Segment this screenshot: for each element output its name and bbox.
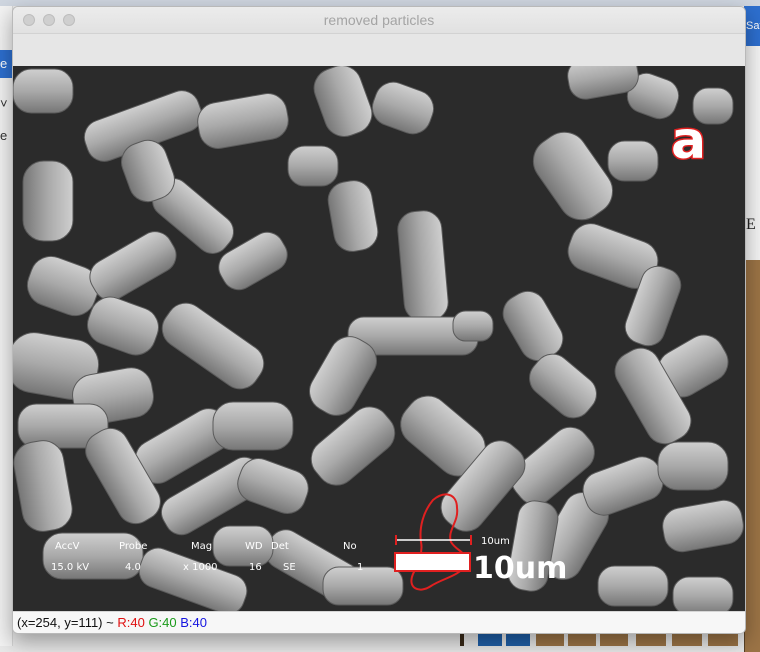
sem-value: 4.0 — [125, 562, 141, 573]
particle — [657, 441, 729, 491]
particle — [397, 210, 449, 322]
status-separator: ~ — [102, 615, 118, 630]
scale-label-small: 10um — [481, 536, 510, 547]
sem-value: 1 — [357, 562, 363, 573]
sem-header: WD — [245, 541, 263, 552]
sem-header: No — [343, 541, 357, 552]
particle — [597, 565, 669, 607]
particle — [672, 576, 734, 611]
particle — [287, 145, 339, 187]
pixel-green-value: G:40 — [148, 615, 177, 630]
background-glyph: ˅ — [0, 96, 8, 111]
sem-header: Probe — [119, 541, 147, 552]
window-title: removed particles — [323, 12, 435, 28]
title-bar[interactable]: removed particles — [13, 7, 745, 34]
status-bar: (x=254, y=111) ~ R:40 G:40 B:40 — [13, 611, 745, 633]
window-toolbar — [13, 34, 745, 66]
background-glyph: e — [0, 128, 8, 143]
background-title-fragment: Sav — [744, 6, 760, 46]
pixel-blue-value: B:40 — [180, 615, 207, 630]
particle — [607, 140, 659, 182]
cursor-coordinates: (x=254, y=111) — [17, 615, 103, 630]
sem-value: x 1000 — [183, 562, 218, 573]
panel-label: a — [671, 111, 706, 171]
image-window[interactable]: removed particles a AccV Probe Mag WD De… — [12, 6, 746, 634]
pixel-red-value: R:40 — [117, 615, 145, 630]
background-app-right: Sav E — [744, 6, 760, 652]
particle — [13, 68, 74, 114]
background-brown-panel — [744, 260, 760, 652]
scale-label-large: 10um — [473, 551, 567, 586]
sem-value: 16 — [249, 562, 262, 573]
background-letter: E — [746, 216, 756, 233]
sem-value: 15.0 kV — [51, 562, 89, 573]
image-canvas[interactable]: a AccV Probe Mag WD Det No 15.0 kV 4.0 x… — [13, 66, 745, 611]
sem-header: AccV — [55, 541, 80, 552]
background-bottom-strip — [460, 634, 760, 646]
sem-header: Mag — [191, 541, 212, 552]
particle — [212, 525, 274, 567]
particle — [212, 401, 294, 451]
background-glyph: e — [0, 56, 8, 71]
sem-image: a AccV Probe Mag WD Det No 15.0 kV 4.0 x… — [13, 66, 745, 611]
sem-value: SE — [283, 562, 296, 573]
sem-header: Det — [271, 541, 289, 552]
particle — [22, 160, 74, 242]
particle — [452, 310, 494, 342]
